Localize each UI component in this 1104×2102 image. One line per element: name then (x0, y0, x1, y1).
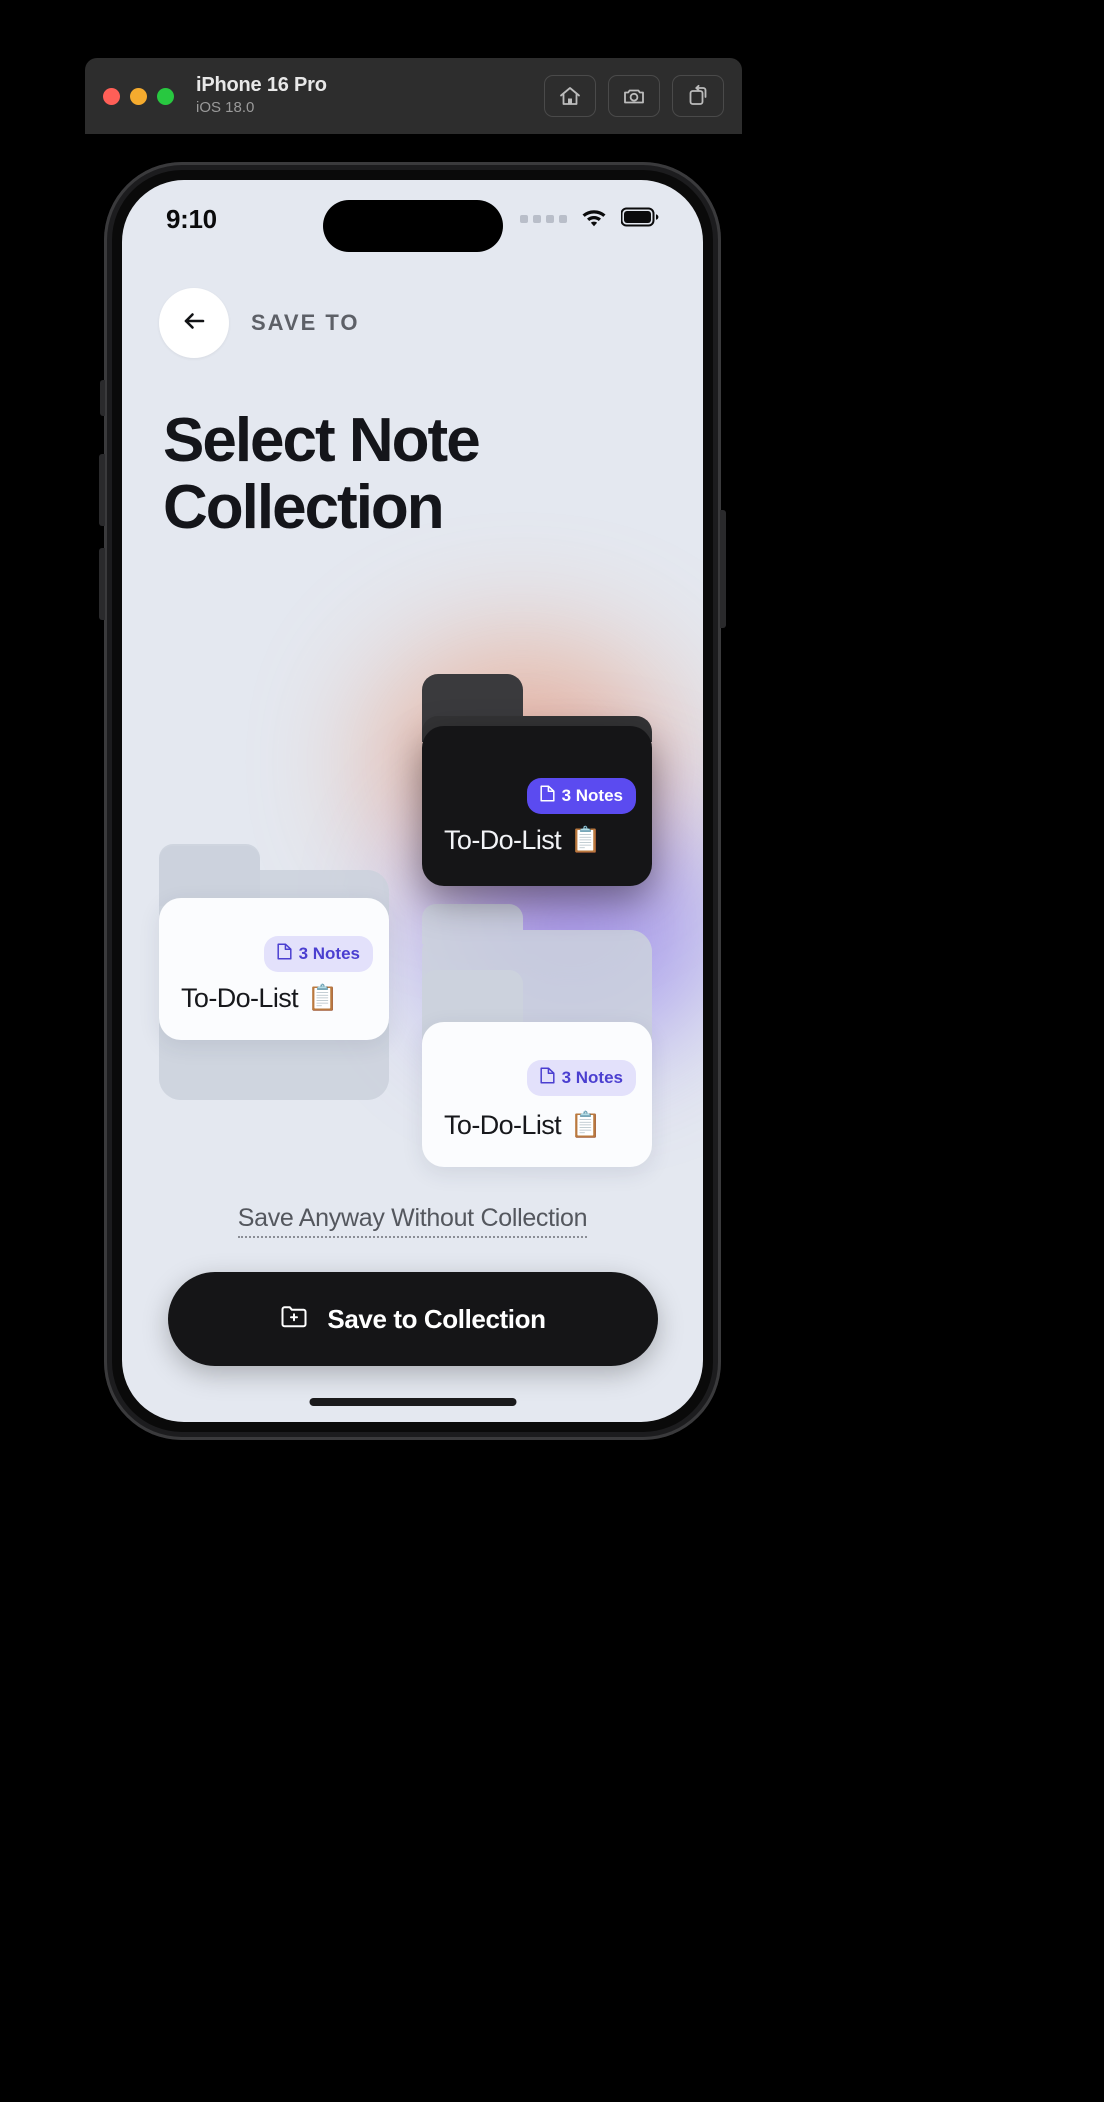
notes-count-label: 3 Notes (561, 786, 623, 805)
clipboard-icon: 📋 (570, 826, 601, 854)
folder-body: 3 Notes To-Do-List 📋 (422, 726, 652, 886)
folder-tab (422, 970, 524, 1030)
simulator-toolbar (544, 75, 724, 117)
collection-name: To-Do-List 📋 (444, 1110, 601, 1141)
collection-name-text: To-Do-List (444, 1110, 562, 1140)
clipboard-icon: 📋 (570, 1111, 601, 1139)
window-controls (103, 87, 174, 105)
battery-full-icon (620, 207, 659, 232)
home-button[interactable] (544, 75, 596, 117)
save-to-collection-label: Save to Collection (327, 1303, 546, 1334)
maximize-window-button[interactable] (157, 87, 174, 105)
page-eyebrow: SAVE TO (251, 310, 360, 335)
notes-count-badge: 3 Notes (526, 1060, 636, 1096)
folder-body: 3 Notes To-Do-List 📋 (422, 1022, 652, 1167)
folder-plus-icon (279, 1301, 309, 1338)
phone-frame: 9:10 SAVE TO Select Note Collection 3 No… (99, 162, 726, 1440)
bottom-actions: Save Anyway Without Collection Save to C… (122, 1204, 703, 1366)
card-collection-right[interactable]: 3 Notes To-Do-List 📋 (422, 970, 652, 1167)
arrow-left-icon (178, 305, 210, 342)
close-window-button[interactable] (103, 87, 120, 105)
simulator-titlebar: iPhone 16 Pro iOS 18.0 (85, 58, 742, 134)
power-button[interactable] (720, 510, 726, 628)
page-header: SAVE TO (159, 288, 360, 358)
back-button[interactable] (159, 288, 229, 358)
home-indicator[interactable] (309, 1398, 516, 1406)
simulator-title-group: iPhone 16 Pro iOS 18.0 (196, 74, 327, 117)
note-icon (540, 785, 555, 807)
home-icon (558, 84, 582, 108)
phone-screen: 9:10 SAVE TO Select Note Collection 3 No… (122, 180, 703, 1422)
card-collection-selected[interactable]: 3 Notes To-Do-List 📋 (422, 674, 652, 886)
folder-body: 3 Notes To-Do-List 📋 (159, 898, 389, 1040)
notes-count-badge: 3 Notes (526, 778, 636, 814)
status-bar: 9:10 (122, 180, 703, 258)
notes-count-label: 3 Notes (561, 1068, 623, 1087)
collection-name: To-Do-List 📋 (444, 825, 601, 856)
collection-name-text: To-Do-List (444, 825, 562, 855)
minimize-window-button[interactable] (130, 87, 147, 105)
screenshot-root: iPhone 16 Pro iOS 18.0 9:10 SAVE TO Sele… (0, 0, 1104, 2102)
volume-down-button[interactable] (99, 548, 105, 620)
silent-switch[interactable] (100, 380, 105, 416)
rotate-button[interactable] (672, 75, 724, 117)
dynamic-island (322, 200, 503, 252)
status-time: 9:10 (166, 203, 217, 234)
folder-tab (159, 846, 261, 906)
collections-grid: 3 Notes To-Do-List 📋 3 Notes To-Do-List … (122, 630, 703, 1190)
cellular-signal-icon (520, 215, 567, 223)
volume-up-button[interactable] (99, 454, 105, 526)
card-collection-left[interactable]: 3 Notes To-Do-List 📋 (159, 846, 389, 1040)
collection-name: To-Do-List 📋 (181, 983, 338, 1014)
save-anyway-link[interactable]: Save Anyway Without Collection (237, 1204, 588, 1238)
note-icon (277, 943, 292, 965)
page-title: Select Note Collection (163, 406, 481, 542)
notes-count-badge: 3 Notes (263, 936, 373, 972)
clipboard-icon: 📋 (307, 984, 338, 1012)
notes-count-label: 3 Notes (298, 944, 360, 963)
wifi-icon (580, 207, 608, 232)
note-icon (540, 1067, 555, 1089)
screenshot-button[interactable] (608, 75, 660, 117)
camera-icon (622, 84, 646, 108)
status-indicators (520, 207, 659, 232)
collection-name-text: To-Do-List (181, 983, 299, 1013)
rotate-icon (686, 84, 710, 108)
save-to-collection-button[interactable]: Save to Collection (167, 1272, 658, 1366)
device-name: iPhone 16 Pro (196, 74, 327, 97)
os-version: iOS 18.0 (196, 98, 255, 116)
